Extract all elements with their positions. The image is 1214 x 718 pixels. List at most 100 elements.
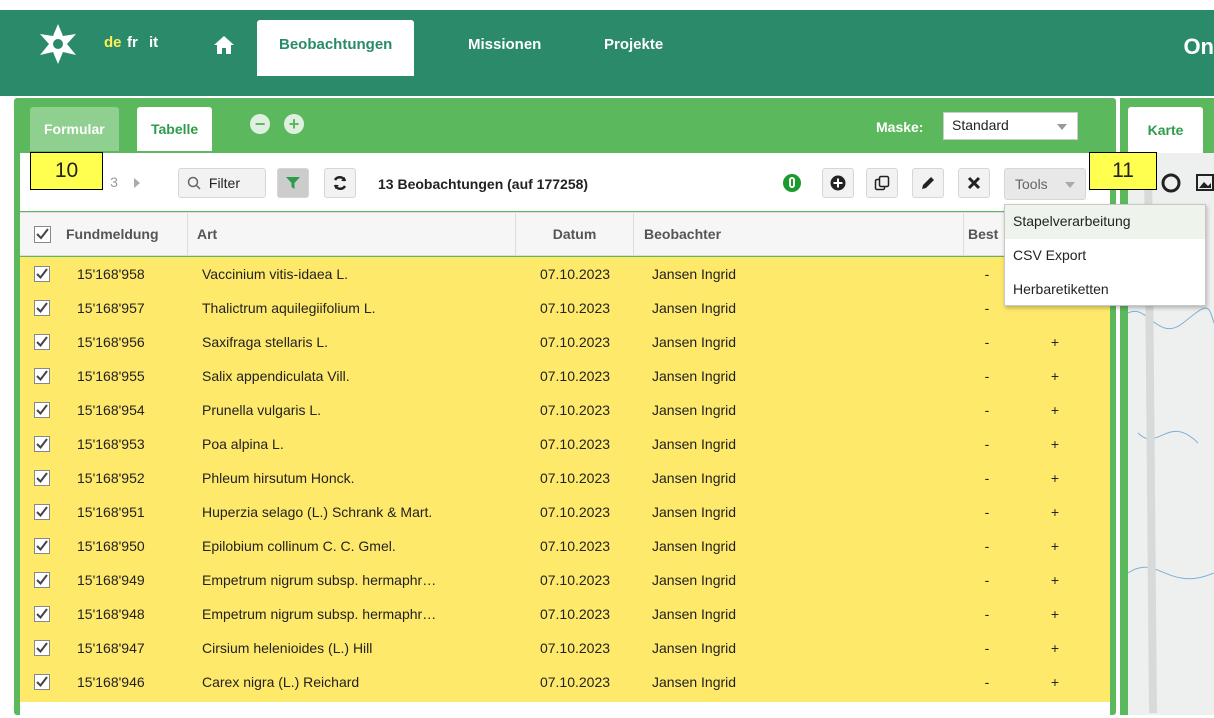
table-row[interactable]: 15'168'949 Empetrum nigrum subsp. hermaph… xyxy=(20,563,1110,597)
row-checkbox[interactable] xyxy=(34,538,50,554)
status-icon[interactable] xyxy=(781,172,803,194)
tab-tabelle[interactable]: Tabelle xyxy=(137,107,213,151)
row-checkbox[interactable] xyxy=(34,572,50,588)
cell-beobachter: Jansen Ingrid xyxy=(652,538,737,554)
column-header-art[interactable]: Art xyxy=(188,213,516,255)
cell-art: Carex nigra (L.) Reichard xyxy=(202,674,360,690)
filter-button[interactable]: Filter xyxy=(178,168,266,198)
cell-beobachter: Jansen Ingrid xyxy=(652,674,737,690)
refresh-button[interactable] xyxy=(324,168,356,198)
top-navigation: de fr it Beobachtungen Missionen Projekt… xyxy=(0,0,1214,100)
cell-beobachter: Jansen Ingrid xyxy=(652,572,737,588)
record-count: 13 Beobachtungen (auf 177258) xyxy=(378,176,589,192)
cell-art: Saxifraga stellaris L. xyxy=(202,334,329,350)
funnel-button[interactable] xyxy=(277,168,309,198)
table-row[interactable]: 15'168'946 Carex nigra (L.) Reichard 07.10… xyxy=(20,665,1110,699)
row-checkbox[interactable] xyxy=(34,334,50,350)
menu-item-stapelverarbeitung[interactable]: Stapelverarbeitung xyxy=(1005,205,1205,239)
cell-fundmeldung: 15'168'952 xyxy=(77,470,145,486)
table-row[interactable]: 15'168'952 Phleum hirsutum Honck. 07.10.20… xyxy=(20,461,1110,495)
row-checkbox[interactable] xyxy=(34,266,50,282)
maske-select[interactable]: Standard xyxy=(943,112,1078,140)
cell-datum: 07.10.2023 xyxy=(539,334,611,350)
cell-flag: + xyxy=(1050,402,1060,418)
nav-beobachtungen[interactable]: Beobachtungen xyxy=(257,20,415,76)
cell-status: - xyxy=(984,606,990,622)
row-checkbox[interactable] xyxy=(34,402,50,418)
menu-item-csv-export[interactable]: CSV Export xyxy=(1005,239,1205,273)
cell-fundmeldung: 15'168'957 xyxy=(77,300,145,316)
table-row[interactable]: 15'168'947 Cirsium helenioides (L.) Hill 0… xyxy=(20,631,1110,665)
cell-status: - xyxy=(984,572,990,588)
column-header-beobachter[interactable]: Beobachter xyxy=(634,213,964,255)
row-checkbox[interactable] xyxy=(34,368,50,384)
menu-item-herbaretiketten[interactable]: Herbaretiketten xyxy=(1005,273,1205,307)
cell-fundmeldung: 15'168'951 xyxy=(77,504,145,520)
annotation-label-11: 11 xyxy=(1089,152,1157,190)
home-icon[interactable] xyxy=(213,34,235,56)
lang-it-link[interactable]: it xyxy=(149,34,158,51)
table-row[interactable]: 15'168'954 Prunella vulgaris L. 07.10.2023… xyxy=(20,393,1110,427)
row-checkbox[interactable] xyxy=(34,606,50,622)
cell-fundmeldung: 15'168'953 xyxy=(77,436,145,452)
cell-flag: + xyxy=(1050,606,1060,622)
cell-fundmeldung: 15'168'950 xyxy=(77,538,145,554)
cell-beobachter: Jansen Ingrid xyxy=(652,266,737,282)
column-header-fundmeldung[interactable]: Fundmeldung xyxy=(64,213,188,255)
row-checkbox[interactable] xyxy=(34,640,50,656)
collapse-icon[interactable]: − xyxy=(250,114,270,134)
cell-datum: 07.10.2023 xyxy=(539,640,611,656)
delete-button[interactable] xyxy=(958,168,990,198)
table-row[interactable]: 15'168'950 Epilobium collinum C. C. Gmel.… xyxy=(20,529,1110,563)
cell-beobachter: Jansen Ingrid xyxy=(652,402,737,418)
cell-fundmeldung: 15'168'946 xyxy=(77,674,145,690)
filter-label: Filter xyxy=(208,175,241,191)
table-row[interactable]: 15'168'958 Vaccinium vitis-idaea L. 07.10.… xyxy=(20,257,1110,291)
row-checkbox[interactable] xyxy=(34,504,50,520)
tools-button[interactable]: Tools xyxy=(1004,168,1086,200)
cell-art: Cirsium helenioides (L.) Hill xyxy=(202,640,373,656)
table-footer xyxy=(20,702,1110,715)
brand-text: On xyxy=(1183,34,1214,59)
table-row[interactable]: 15'168'956 Saxifraga stellaris L. 07.10.20… xyxy=(20,325,1110,359)
tab-formular[interactable]: Formular xyxy=(30,107,119,151)
add-button[interactable] xyxy=(822,168,854,198)
row-checkbox[interactable] xyxy=(34,470,50,486)
annotation-label-10: 10 xyxy=(30,152,103,190)
tab-karte[interactable]: Karte xyxy=(1128,107,1203,153)
next-page-icon[interactable] xyxy=(124,168,150,198)
comment-icon[interactable] xyxy=(1160,172,1182,194)
copy-icon xyxy=(874,175,890,191)
row-checkbox[interactable] xyxy=(34,300,50,316)
cell-beobachter: Jansen Ingrid xyxy=(652,470,737,486)
lang-de-link[interactable]: de xyxy=(104,34,122,51)
table-row[interactable]: 15'168'948 Empetrum nigrum subsp. hermaph… xyxy=(20,597,1110,631)
column-header-datum[interactable]: Datum xyxy=(516,213,634,255)
nav-projekte[interactable]: Projekte xyxy=(604,20,663,70)
chevron-down-icon xyxy=(1057,124,1067,130)
cell-status: - xyxy=(984,436,990,452)
cell-flag: + xyxy=(1050,368,1060,384)
edit-button[interactable] xyxy=(912,168,944,198)
table-row[interactable]: 15'168'955 Salix appendiculata Vill. 07.10… xyxy=(20,359,1110,393)
cell-beobachter: Jansen Ingrid xyxy=(652,368,737,384)
cell-flag: + xyxy=(1050,436,1060,452)
lang-fr-link[interactable]: fr xyxy=(127,34,138,51)
logo-icon[interactable] xyxy=(36,22,80,66)
nav-missionen[interactable]: Missionen xyxy=(468,20,541,70)
copy-button[interactable] xyxy=(866,168,898,198)
table-row[interactable]: 15'168'951 Huperzia selago (L.) Schrank &… xyxy=(20,495,1110,529)
cell-fundmeldung: 15'168'958 xyxy=(77,266,145,282)
select-all-checkbox[interactable] xyxy=(34,226,51,243)
row-checkbox[interactable] xyxy=(34,436,50,452)
table-row[interactable]: 15'168'957 Thalictrum aquilegiifolium L. 0… xyxy=(20,291,1110,325)
row-checkbox[interactable] xyxy=(34,674,50,690)
cell-art: Vaccinium vitis-idaea L. xyxy=(202,266,349,282)
table-row[interactable]: 15'168'953 Poa alpina L. 07.10.2023 Jansen … xyxy=(20,427,1110,461)
expand-icon[interactable]: + xyxy=(284,114,304,134)
cell-datum: 07.10.2023 xyxy=(539,300,611,316)
image-icon[interactable] xyxy=(1196,172,1214,194)
search-icon xyxy=(187,176,201,190)
cell-datum: 07.10.2023 xyxy=(539,436,611,452)
cell-datum: 07.10.2023 xyxy=(539,674,611,690)
